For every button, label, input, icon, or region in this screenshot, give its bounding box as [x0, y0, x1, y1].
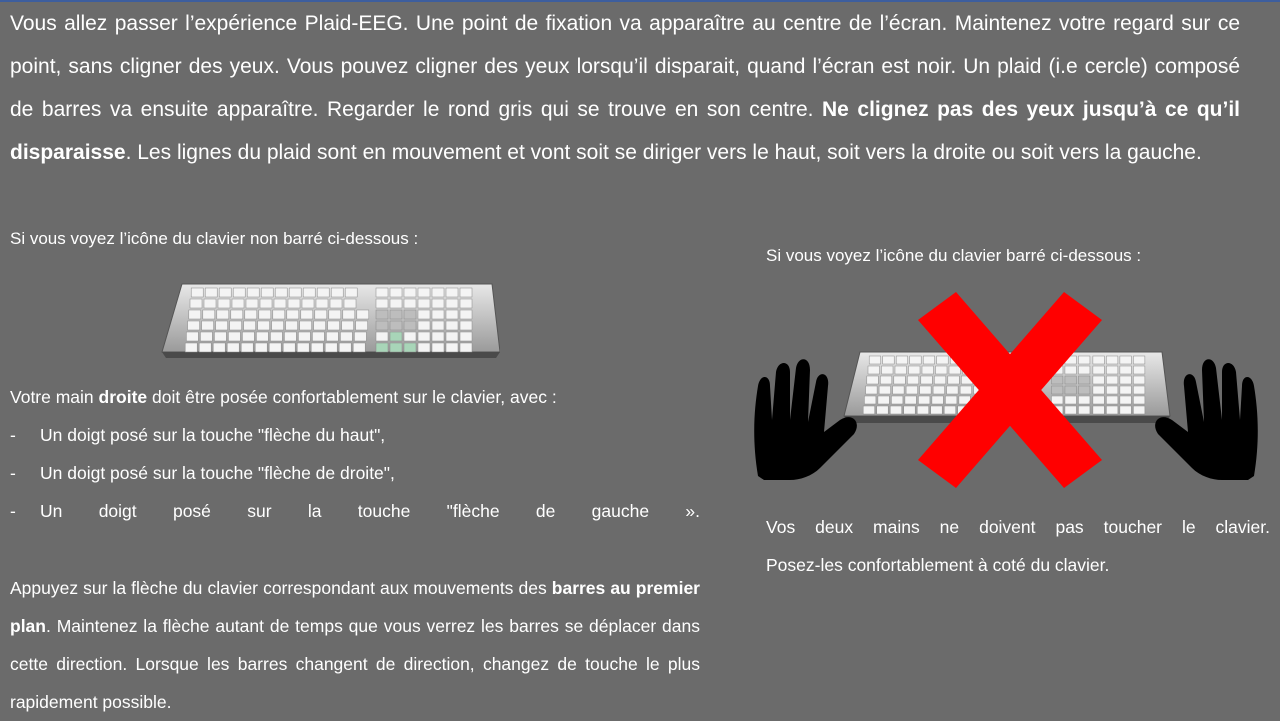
hand-intro-text: Votre main: [10, 387, 99, 407]
left-heading: Si vous voyez l’icône du clavier non bar…: [10, 229, 419, 248]
bullet-text: Un doigt posé sur la touche "flèche de g…: [40, 501, 700, 521]
left-hand-icon: [754, 359, 857, 480]
right-hand-intro: Votre main droite doit être posée confor…: [10, 378, 700, 416]
right-heading: Si vous voyez l’icône du clavier barré c…: [766, 246, 1142, 265]
para2-text-end: . Maintenez la flèche autant de temps qu…: [10, 616, 700, 712]
bullet-dash: -: [10, 463, 16, 483]
hand-intro-text-end: doit être posée confortablement sur le c…: [147, 387, 557, 407]
bullet-arrow-up: - Un doigt posé sur la touche "flèche du…: [10, 416, 700, 454]
right-instructions: Vos deux mains ne doivent pas toucher le…: [766, 508, 1270, 584]
right-line-2: Posez-les confortablement à coté du clav…: [766, 555, 1110, 575]
bullet-dash: -: [10, 425, 16, 445]
left-instructions: Votre main droite doit être posée confor…: [10, 378, 700, 530]
crossed-keyboard-figure: [754, 292, 1258, 488]
keyboard-icon: [161, 283, 500, 358]
intro-text-end: . Les lignes du plaid sont en mouvement …: [125, 141, 1202, 164]
intro-paragraph: Vous allez passer l’expérience Plaid-EEG…: [10, 2, 1240, 174]
bullet-arrow-left: - Un doigt posé sur la touche "flèche de…: [10, 492, 700, 530]
bullet-text: Un doigt posé sur la touche "flèche de d…: [40, 463, 395, 483]
bullet-text: Un doigt posé sur la touche "flèche du h…: [40, 425, 386, 445]
hand-intro-bold: droite: [98, 387, 148, 407]
right-hand-icon: [1155, 359, 1258, 480]
right-line-1: Vos deux mains ne doivent pas toucher le…: [766, 517, 1270, 537]
para2-text: Appuyez sur la flèche du clavier corresp…: [10, 578, 552, 598]
bullet-arrow-right: - Un doigt posé sur la touche "flèche de…: [10, 454, 700, 492]
bullet-dash: -: [10, 501, 16, 521]
arrow-key-instructions: Appuyez sur la flèche du clavier corresp…: [10, 569, 700, 721]
